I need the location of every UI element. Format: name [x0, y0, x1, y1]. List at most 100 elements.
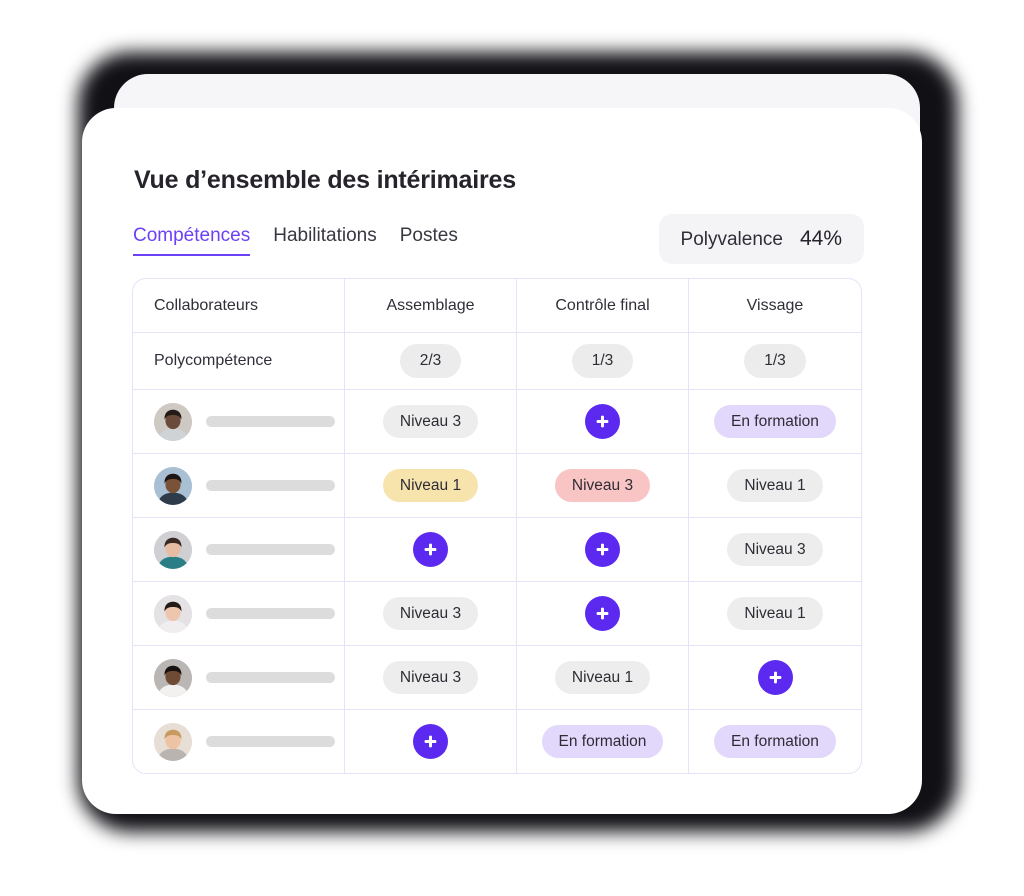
collaborator — [154, 658, 335, 697]
polycompetence-count-cell: 1/3 — [689, 333, 861, 389]
plus-icon — [422, 541, 439, 558]
add-skill-button[interactable] — [585, 532, 620, 567]
add-skill-button[interactable] — [757, 660, 793, 695]
plus-icon — [594, 541, 611, 558]
avatar — [154, 594, 192, 633]
collaborator-cell[interactable] — [133, 518, 345, 581]
avatar — [154, 722, 192, 761]
column-header-assemblage: Assemblage — [345, 279, 517, 332]
screenshot-stage: Vue d’ensemble des intérimaires Compéten… — [0, 0, 1024, 896]
polyvalence-chip: Polyvalence 44% — [658, 214, 864, 264]
skill-level-badge[interactable]: Niveau 1 — [727, 468, 823, 503]
overview-card: Vue d’ensemble des intérimaires Compéten… — [82, 108, 922, 814]
skill-cell — [517, 582, 689, 645]
add-skill-button[interactable] — [413, 532, 448, 567]
tab-postes[interactable]: Postes — [400, 225, 458, 256]
skill-level-badge[interactable]: Niveau 1 — [382, 468, 479, 503]
add-skill-button[interactable] — [585, 404, 620, 439]
skill-cell: En formation — [689, 390, 861, 453]
collaborator-cell[interactable] — [133, 646, 345, 709]
tab-habilitations[interactable]: Habilitations — [273, 225, 377, 256]
skill-cell — [517, 518, 689, 581]
collaborator-name-redacted — [206, 480, 335, 491]
skill-cell: En formation — [689, 710, 861, 773]
skill-cell: Niveau 3 — [345, 646, 517, 709]
polycompetence-row: Polycompétence 2/3 1/3 1/3 — [133, 333, 861, 390]
skill-cell — [689, 646, 861, 709]
column-header-label: Contrôle final — [555, 296, 650, 314]
column-header-label: Collaborateurs — [154, 296, 259, 314]
skill-cell: Niveau 1 — [517, 646, 689, 709]
page-title: Vue d’ensemble des intérimaires — [134, 166, 516, 194]
collaborator-name-redacted — [206, 608, 335, 619]
plus-icon — [422, 733, 439, 750]
skill-level-badge[interactable]: Niveau 1 — [554, 660, 651, 695]
skill-cell: Niveau 3 — [517, 454, 689, 517]
add-skill-button[interactable] — [413, 724, 448, 759]
avatar — [154, 402, 192, 441]
skill-level-badge[interactable]: Niveau 3 — [382, 660, 479, 695]
collaborator-cell[interactable] — [133, 582, 345, 645]
skill-cell: Niveau 3 — [345, 390, 517, 453]
column-header-vissage: Vissage — [689, 279, 861, 332]
table-row: Niveau 3 En formation — [133, 390, 861, 454]
polycompetence-count-badge: 1/3 — [744, 344, 806, 378]
avatar — [154, 466, 192, 505]
collaborator-cell[interactable] — [133, 710, 345, 773]
collaborator — [154, 594, 335, 633]
column-header-collaborateurs: Collaborateurs — [133, 279, 345, 332]
skill-cell — [345, 518, 517, 581]
table-row: Niveau 3 Niveau 1 — [133, 646, 861, 710]
avatar — [154, 658, 192, 697]
skill-cell: Niveau 1 — [689, 582, 861, 645]
skill-cell — [345, 710, 517, 773]
tab-bar: Compétences Habilitations Postes — [133, 225, 458, 256]
skill-level-badge[interactable]: Niveau 3 — [382, 596, 479, 631]
table-row: Niveau 3 Niveau 1 — [133, 582, 861, 646]
column-header-label: Vissage — [746, 296, 804, 314]
polyvalence-value: 44% — [799, 227, 842, 250]
collaborator-name-redacted — [206, 736, 335, 747]
skills-matrix-table: Collaborateurs Assemblage Contrôle final Vi… — [132, 278, 862, 774]
polycompetence-label-cell: Polycompétence — [133, 333, 345, 389]
skill-cell — [517, 390, 689, 453]
polycompetence-count-badge: 2/3 — [399, 344, 462, 378]
polycompetence-count-cell: 1/3 — [517, 333, 689, 389]
plus-icon — [594, 605, 611, 622]
collaborator-name-redacted — [206, 416, 335, 427]
collaborator — [154, 466, 335, 505]
table-row: Niveau 1 Niveau 3 Niveau 1 — [133, 454, 861, 518]
tab-comp-tences[interactable]: Compétences — [133, 225, 251, 256]
skill-level-badge[interactable]: Niveau 3 — [554, 468, 651, 503]
table-row: En formation En formation — [133, 710, 861, 773]
collaborator — [154, 530, 335, 569]
polycompetence-label: Polycompétence — [154, 352, 273, 369]
collaborator — [154, 402, 335, 441]
table-header-row: Collaborateurs Assemblage Contrôle final Vi… — [133, 279, 861, 333]
collaborator-name-redacted — [206, 672, 335, 683]
column-header-label: Assemblage — [386, 296, 475, 314]
collaborator — [154, 722, 335, 761]
skill-cell: Niveau 3 — [345, 582, 517, 645]
collaborator-cell[interactable] — [133, 390, 345, 453]
skill-level-badge[interactable]: En formation — [714, 724, 836, 759]
avatar — [154, 530, 192, 569]
add-skill-button[interactable] — [585, 596, 620, 631]
skill-level-badge[interactable]: Niveau 1 — [727, 596, 823, 631]
collaborator-name-redacted — [206, 544, 335, 555]
polyvalence-label: Polyvalence — [680, 229, 783, 250]
skill-level-badge[interactable]: Niveau 3 — [382, 404, 479, 439]
skill-level-badge[interactable]: En formation — [714, 404, 836, 439]
skill-cell: Niveau 3 — [689, 518, 861, 581]
skill-cell: En formation — [517, 710, 689, 773]
skill-level-badge[interactable]: En formation — [541, 724, 664, 759]
skill-level-badge[interactable]: Niveau 3 — [727, 532, 823, 567]
polycompetence-count-cell: 2/3 — [345, 333, 517, 389]
plus-icon — [594, 413, 611, 430]
plus-icon — [767, 669, 784, 686]
column-header-contr-le-final: Contrôle final — [517, 279, 689, 332]
skill-cell: Niveau 1 — [345, 454, 517, 517]
polycompetence-count-badge: 1/3 — [571, 344, 634, 378]
skill-cell: Niveau 1 — [689, 454, 861, 517]
collaborator-cell[interactable] — [133, 454, 345, 517]
